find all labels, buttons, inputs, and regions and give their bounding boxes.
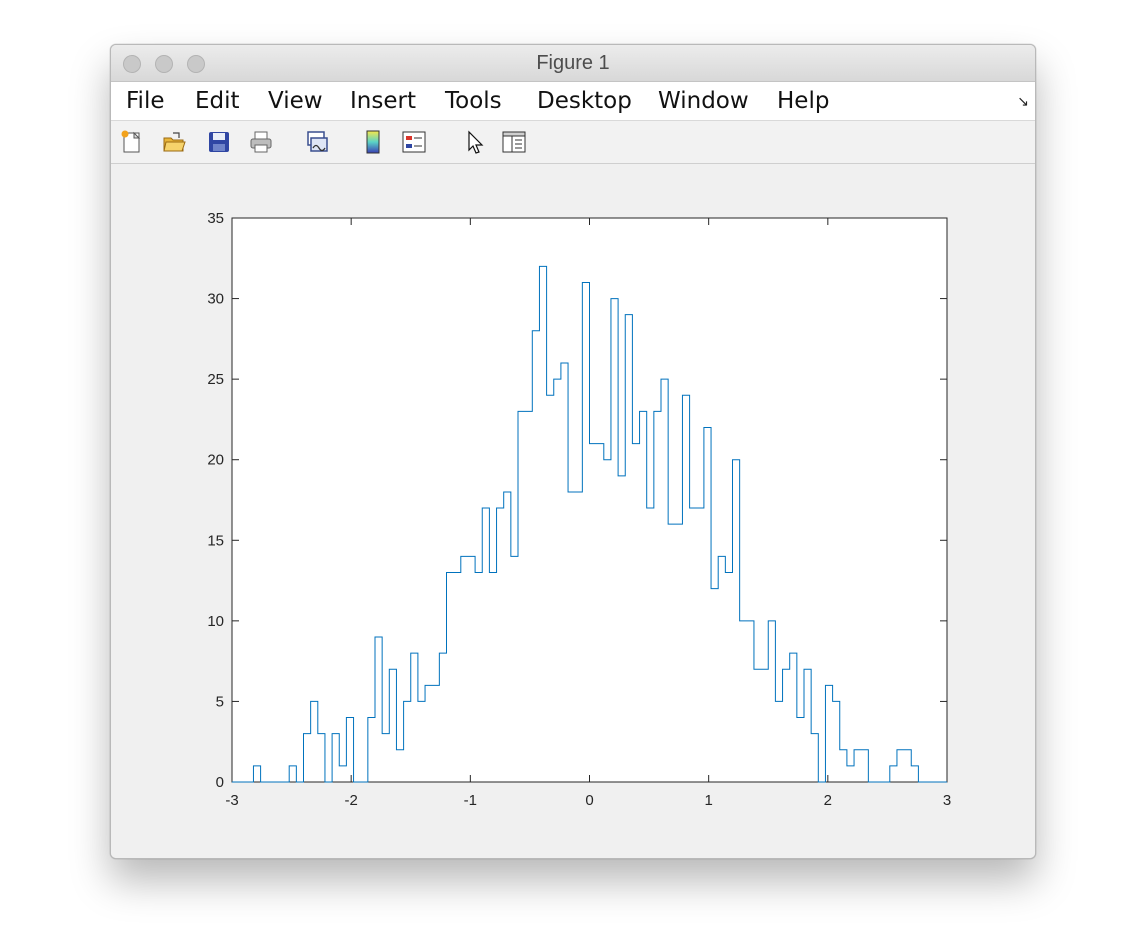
menu-bar: File Edit View Insert Tools Desktop Wind…: [111, 82, 1035, 121]
y-tick-label: 20: [207, 452, 224, 469]
property-inspector-icon[interactable]: [501, 129, 527, 155]
y-tick-label: 35: [207, 210, 224, 227]
new-figure-icon[interactable]: [119, 129, 145, 155]
figure-toolbar: [111, 121, 1035, 164]
x-tick-label: 1: [704, 792, 712, 809]
print-icon[interactable]: [248, 129, 274, 155]
pointer-icon[interactable]: [463, 129, 489, 155]
menu-file[interactable]: File: [126, 82, 165, 120]
save-icon[interactable]: [206, 129, 232, 155]
menu-help[interactable]: Help: [777, 82, 829, 120]
menu-insert[interactable]: Insert: [350, 82, 416, 120]
menu-edit[interactable]: Edit: [195, 82, 240, 120]
x-tick-label: 3: [943, 792, 951, 809]
x-tick-label: -3: [225, 792, 238, 809]
histogram-axes[interactable]: -3 -2 -1 0 1 2 305101520253035: [111, 164, 1035, 858]
figure-canvas[interactable]: -3 -2 -1 0 1 2 3 0 5 10 15 20 25 30 35: [111, 164, 1035, 858]
dock-figure-icon[interactable]: ↘: [1017, 93, 1029, 110]
y-tick-label: 25: [207, 371, 224, 388]
legend-icon[interactable]: [401, 129, 427, 155]
y-tick-label: 15: [207, 532, 224, 549]
menu-window[interactable]: Window: [658, 82, 749, 120]
title-bar[interactable]: Figure 1: [111, 45, 1035, 82]
figure-window: Figure 1 File Edit View Insert Tools Des…: [110, 44, 1036, 859]
menu-tools[interactable]: Tools: [445, 82, 502, 120]
y-tick-label: 30: [207, 291, 224, 308]
link-plot-icon[interactable]: [304, 129, 330, 155]
menu-desktop[interactable]: Desktop: [537, 82, 632, 120]
x-tick-label: -2: [344, 792, 357, 809]
colorbar-icon[interactable]: [360, 129, 386, 155]
y-tick-label: 5: [216, 693, 224, 710]
x-tick-label: -1: [464, 792, 477, 809]
y-tick-label: 10: [207, 613, 224, 630]
y-tick-label: 0: [216, 774, 224, 791]
x-tick-label: 0: [585, 792, 593, 809]
menu-view[interactable]: View: [268, 82, 323, 120]
open-file-icon[interactable]: [161, 129, 187, 155]
x-tick-label: 2: [824, 792, 832, 809]
window-title: Figure 1: [536, 52, 610, 74]
